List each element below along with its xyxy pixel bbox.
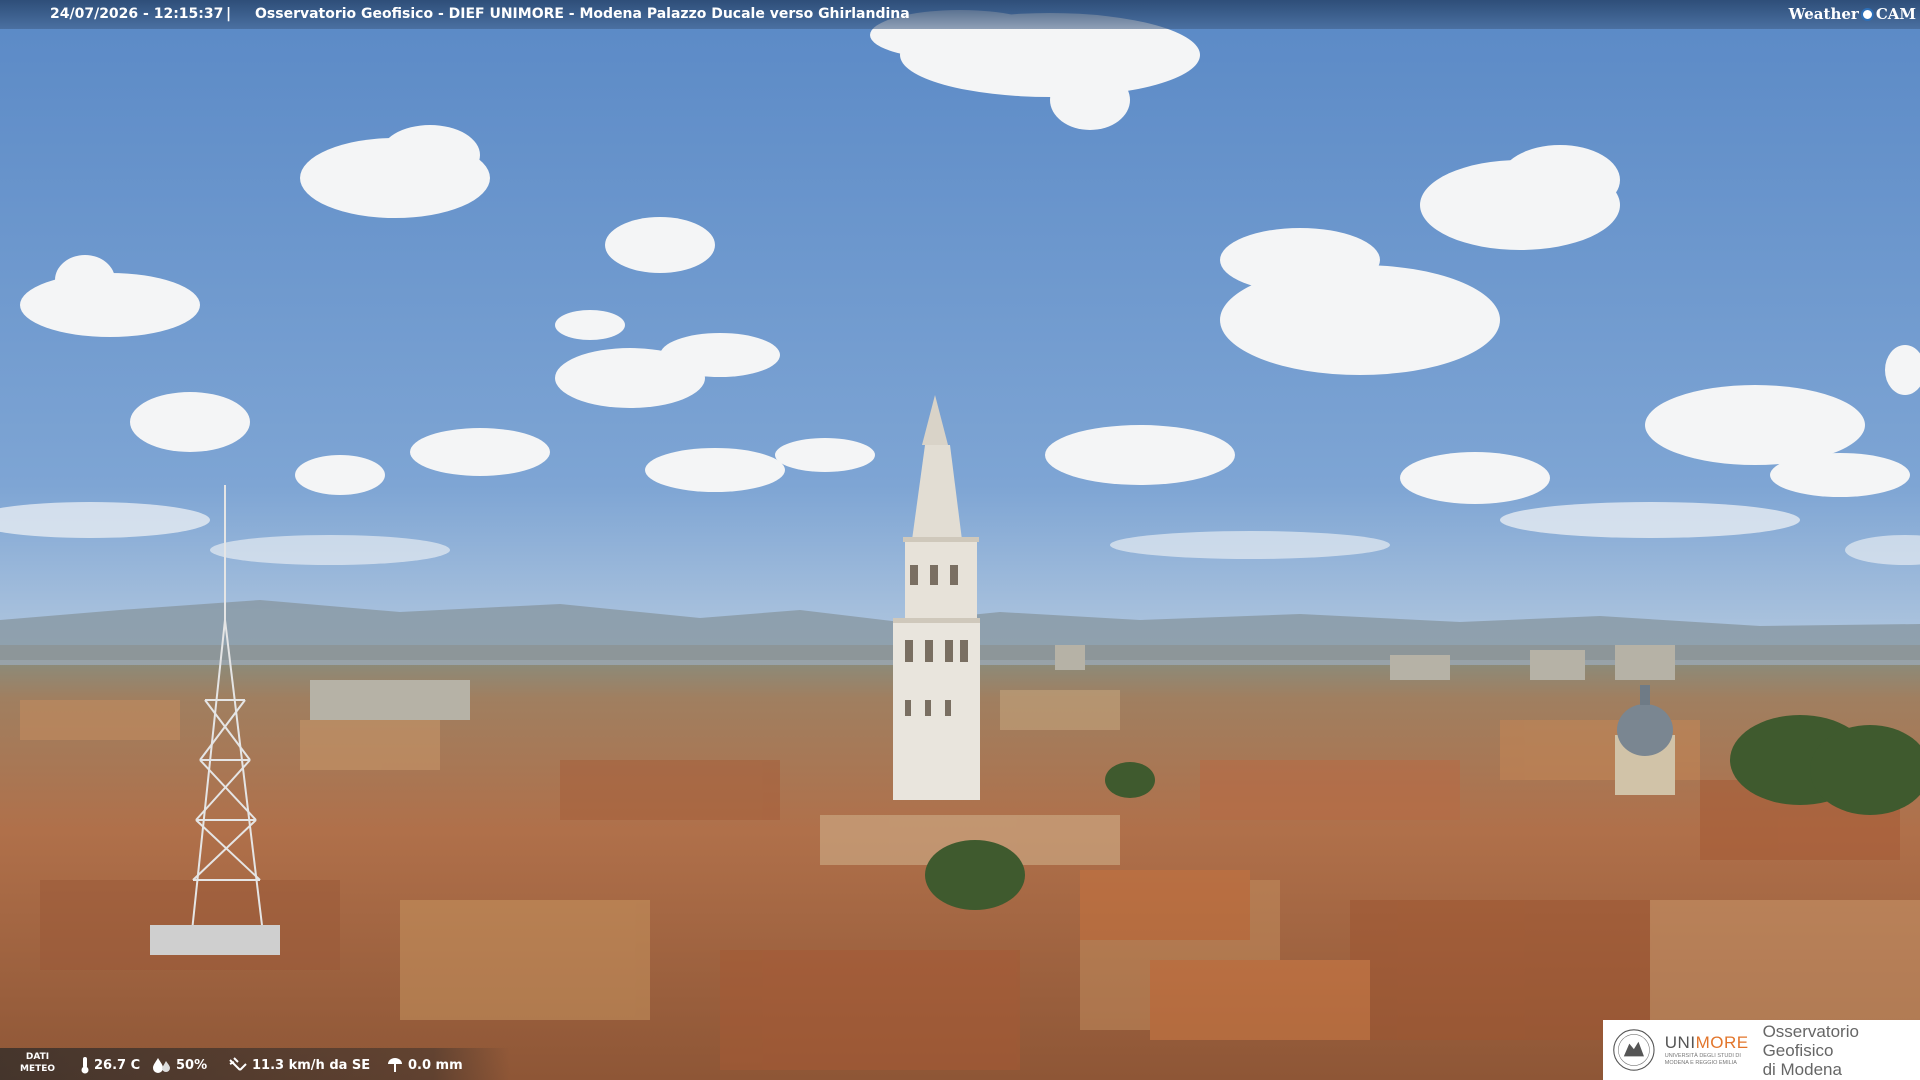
tower-base-equipment xyxy=(150,925,280,955)
rain-value: 0.0 mm xyxy=(408,1057,463,1073)
unimore-name-part1: UNI xyxy=(1664,1033,1696,1052)
brand-left-text: Weather xyxy=(1788,4,1859,23)
separator: | xyxy=(226,6,232,22)
brand-right-text: CAM xyxy=(1875,4,1916,23)
humidity-reading: 50% xyxy=(152,1056,207,1074)
observatory-name: Osservatorio Geofisico di Modena xyxy=(1763,1022,1920,1079)
observatory-line2: di Modena xyxy=(1762,1059,1842,1079)
timestamp: 24/07/2026 - 12:15:37 xyxy=(50,6,224,22)
camera-caption: Osservatorio Geofisico - DIEF UNIMORE - … xyxy=(255,6,910,22)
unimore-name: UNIMORE xyxy=(1665,1033,1749,1053)
rain-icon xyxy=(388,1058,402,1072)
dati-meteo-label: DATI METEO xyxy=(20,1051,55,1075)
thermometer-icon xyxy=(81,1057,89,1074)
weathercam-logo: Weather CAM xyxy=(1789,3,1916,25)
unimore-subtitle-1: UNIVERSITÀ DEGLI STUDI DI xyxy=(1664,1053,1741,1059)
unimore-observatory-logo: UNIMORE UNIVERSITÀ DEGLI STUDI DI MODENA… xyxy=(1603,1020,1920,1080)
humidity-drop-icon xyxy=(153,1058,170,1073)
dati-line2: METEO xyxy=(20,1064,56,1074)
unimore-name-part2: MORE xyxy=(1695,1033,1749,1052)
unimore-seal-icon xyxy=(1613,1029,1655,1071)
wind-reading: 11.3 km/h da SE xyxy=(228,1056,370,1074)
dati-line1: DATI xyxy=(25,1052,50,1062)
weather-data-strip: DATI METEO 26.7 C 50% 11.3 km/h da SE 0.… xyxy=(0,1048,510,1080)
humidity-value: 50% xyxy=(176,1057,208,1073)
unimore-subtitle-2: MODENA E REGGIO EMILIA xyxy=(1664,1060,1737,1066)
camera-header: 24/07/2026 - 12:15:37 | Osservatorio Geo… xyxy=(0,0,1920,29)
rain-reading: 0.0 mm xyxy=(386,1056,463,1074)
temperature-reading: 26.7 C xyxy=(80,1056,140,1074)
wind-icon xyxy=(229,1057,247,1071)
temperature-value: 26.7 C xyxy=(94,1057,141,1073)
wind-value: 11.3 km/h da SE xyxy=(252,1057,371,1073)
unimore-name-block: UNIMORE UNIVERSITÀ DEGLI STUDI DI MODENA… xyxy=(1665,1033,1749,1067)
webcam-scene xyxy=(0,0,1920,1080)
weathercam-dot-icon xyxy=(1860,7,1874,21)
observatory-line1: Osservatorio Geofisico xyxy=(1762,1021,1859,1060)
